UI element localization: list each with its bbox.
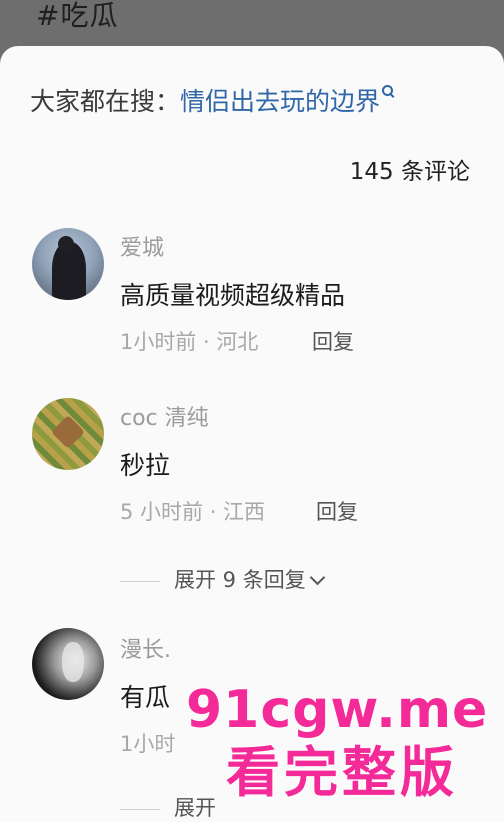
comment-text[interactable]: 有瓜 bbox=[120, 678, 170, 714]
avatar[interactable] bbox=[32, 628, 104, 700]
comment-meta: 1小时 bbox=[120, 732, 176, 756]
comment-text[interactable]: 高质量视频超级精品 bbox=[120, 276, 345, 312]
reply-button[interactable]: 回复 bbox=[316, 496, 358, 526]
search-suggestion-prefix: 大家都在搜： bbox=[30, 87, 181, 116]
comment-username[interactable]: 漫长. bbox=[120, 632, 171, 664]
expand-replies-button[interactable]: 展开 bbox=[120, 792, 216, 822]
hashtag-title[interactable]: #吃瓜 bbox=[36, 0, 118, 34]
expand-divider bbox=[120, 808, 160, 810]
avatar[interactable] bbox=[32, 398, 104, 470]
comment-meta: 1小时前 · 河北 bbox=[120, 330, 259, 354]
search-icon[interactable] bbox=[382, 82, 394, 100]
comment-meta: 5 小时前 · 江西 bbox=[120, 500, 266, 524]
search-suggestion[interactable]: 大家都在搜：情侣出去玩的边界 bbox=[30, 82, 394, 118]
comment-sheet: 大家都在搜：情侣出去玩的边界 145 条评论 爱城 高质量视频超级精品 1小时前… bbox=[0, 46, 504, 822]
comment-username[interactable]: coc 清纯 bbox=[120, 400, 209, 432]
comment-count: 145 条评论 bbox=[349, 159, 470, 185]
chevron-down-icon bbox=[309, 569, 325, 586]
comment-username[interactable]: 爱城 bbox=[120, 230, 164, 262]
expand-replies-button[interactable]: 展开 9 条回复 bbox=[120, 564, 325, 594]
expand-divider bbox=[120, 580, 160, 582]
expand-replies-label: 展开 bbox=[174, 796, 216, 820]
avatar-face bbox=[62, 642, 84, 682]
comment-text[interactable]: 秒拉 bbox=[120, 446, 170, 482]
reply-button[interactable]: 回复 bbox=[312, 326, 354, 356]
avatar[interactable] bbox=[32, 228, 104, 300]
avatar-head bbox=[58, 236, 74, 252]
expand-replies-label: 展开 9 条回复 bbox=[174, 568, 306, 592]
avatar-center bbox=[51, 415, 85, 449]
search-suggestion-query[interactable]: 情侣出去玩的边界 bbox=[180, 87, 380, 116]
